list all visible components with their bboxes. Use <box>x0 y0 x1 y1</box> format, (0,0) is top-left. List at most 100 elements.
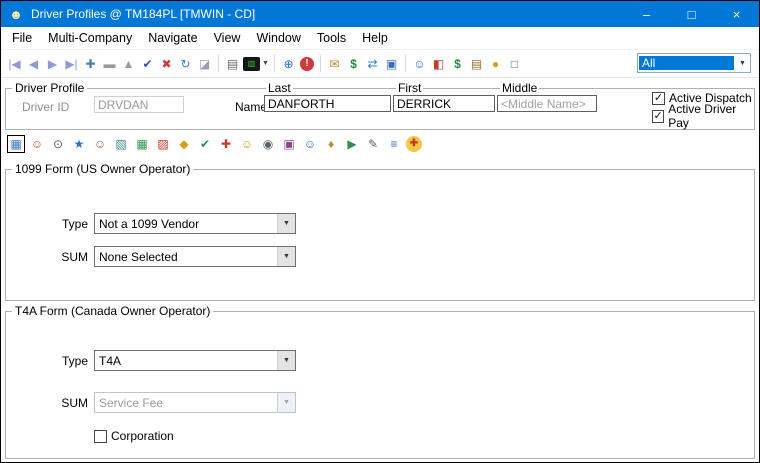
titlebar: ☻ Driver Profiles @ TM184PL [TMWIN - CD]… <box>1 1 759 27</box>
chevron-down-icon: ▼ <box>277 393 295 412</box>
tab-license-icon[interactable]: ★ <box>70 135 88 153</box>
first-record-icon[interactable]: |◀ <box>5 54 24 73</box>
filter-combo[interactable]: All ▼ <box>637 53 751 73</box>
undo-record-icon[interactable]: ▲ <box>119 54 138 73</box>
tab-driver-info-icon[interactable]: ☺ <box>28 135 46 153</box>
chevron-down-icon[interactable]: ▼ <box>277 351 295 370</box>
driver-id-field <box>94 96 184 113</box>
minimize-button[interactable]: – <box>624 1 669 27</box>
form-1099-sum-value: None Selected <box>95 250 277 264</box>
form-t4a-sum-value: Service Fee <box>95 396 277 410</box>
corporation-checkbox[interactable] <box>94 430 107 443</box>
tab-go-icon[interactable]: ▶ <box>343 135 361 153</box>
menubar: FileMulti-CompanyNavigateViewWindowTools… <box>1 27 759 50</box>
form-t4a-sum-label: SUM <box>42 396 88 410</box>
driver-profile-group-label: Driver Profile <box>12 81 87 95</box>
tab-personnel-icon[interactable]: ☺ <box>301 135 319 153</box>
tab-add-icon[interactable]: ✚ <box>406 136 422 152</box>
main-toolbar: |◀◀▶▶|✚▬▲✔✖↻◪▤▥▼⊕!✉$⇄▣☺◧$▤●□ All ▼ <box>1 50 759 78</box>
tab-key-icon[interactable]: ♦ <box>322 135 340 153</box>
last-column-header: Last <box>266 81 293 95</box>
delete-record-icon[interactable]: ▬ <box>100 54 119 73</box>
menu-help[interactable]: Help <box>354 29 396 47</box>
corporation-label: Corporation <box>111 429 174 443</box>
tab-checklist-icon[interactable]: ✔ <box>196 135 214 153</box>
menu-window[interactable]: Window <box>248 29 308 47</box>
cancel-icon[interactable]: ✖ <box>157 54 176 73</box>
tab-safety-icon[interactable]: ✚ <box>217 135 235 153</box>
maximize-button[interactable]: □ <box>669 1 714 27</box>
transfer-icon[interactable]: ⇄ <box>363 54 382 73</box>
tab-grid-icon[interactable]: ▦ <box>133 135 151 153</box>
tab-toolbar: ▦☺⊙★☺▧▦▨◆✔✚☺◉▣☺♦▶✎≡✚ <box>1 130 759 155</box>
first-name-field[interactable] <box>393 95 495 112</box>
form-1099-sum-combo[interactable]: None Selected ▼ <box>94 246 296 267</box>
previous-record-icon[interactable]: ◀ <box>24 54 43 73</box>
mail-icon[interactable]: ✉ <box>325 54 344 73</box>
tab-person-note-icon[interactable]: ☺ <box>91 135 109 153</box>
ledger-icon[interactable]: ▤ <box>467 54 486 73</box>
tab-search-icon[interactable]: ⊙ <box>49 135 67 153</box>
tab-stack-icon[interactable]: ▨ <box>154 135 172 153</box>
close-button[interactable]: × <box>714 1 759 27</box>
corporation-row: Corporation <box>94 428 174 444</box>
menu-multi-company[interactable]: Multi-Company <box>40 29 140 47</box>
form-t4a-type-label: Type <box>42 354 88 368</box>
print-icon[interactable]: ▤ <box>223 54 242 73</box>
tab-eye-icon[interactable]: ◉ <box>259 135 277 153</box>
form-1099-type-value: Not a 1099 Vendor <box>95 217 277 231</box>
tab-list-icon[interactable]: ≡ <box>385 135 403 153</box>
chevron-down-icon[interactable]: ▼ <box>277 214 295 233</box>
money-icon[interactable]: $ <box>448 54 467 73</box>
next-record-icon[interactable]: ▶ <box>43 54 62 73</box>
coins-icon[interactable]: ● <box>486 54 505 73</box>
tab-team-icon[interactable]: ☺ <box>238 135 256 153</box>
form-t4a-type-combo[interactable]: T4A ▼ <box>94 350 296 371</box>
window-controls: – □ × <box>624 1 759 27</box>
active-driver-pay-checkbox[interactable]: ✓ <box>652 110 664 123</box>
driver-id-label: Driver ID <box>22 100 69 114</box>
screens-icon[interactable]: ▣ <box>382 54 401 73</box>
middle-name-field[interactable] <box>497 95 597 112</box>
add-record-icon[interactable]: ✚ <box>81 54 100 73</box>
active-driver-pay-row: ✓ Active Driver Pay <box>652 108 754 124</box>
form-1099-type-label: Type <box>42 217 88 231</box>
terminal-dropdown-icon[interactable]: ▼ <box>261 54 270 73</box>
menu-view[interactable]: View <box>206 29 249 47</box>
last-record-icon[interactable]: ▶| <box>62 54 81 73</box>
toolbar-separator <box>320 55 321 72</box>
form-t4a-sum-combo: Service Fee ▼ <box>94 392 296 413</box>
menu-tools[interactable]: Tools <box>309 29 354 47</box>
save-icon[interactable]: ✔ <box>138 54 157 73</box>
last-name-field[interactable] <box>264 95 391 112</box>
alert-icon[interactable]: ! <box>300 57 314 71</box>
active-dispatch-checkbox[interactable]: ✓ <box>652 92 665 105</box>
tab-chart-icon[interactable]: ▧ <box>112 135 130 153</box>
truck-icon[interactable]: ◧ <box>429 54 448 73</box>
chevron-down-icon[interactable]: ▼ <box>277 247 295 266</box>
tab-1099-t4a-icon[interactable]: ▦ <box>7 135 25 153</box>
terminal-icon[interactable]: ▥ <box>243 57 260 71</box>
tab-training-icon[interactable]: ▣ <box>280 135 298 153</box>
menu-navigate[interactable]: Navigate <box>140 29 205 47</box>
active-driver-pay-label: Active Driver Pay <box>668 102 754 130</box>
form-t4a-group: T4A Form (Canada Owner Operator) Type T4… <box>5 311 755 459</box>
driver-icon[interactable]: ☺ <box>410 54 429 73</box>
monitor-icon[interactable]: □ <box>505 54 524 73</box>
toolbar-icons: |◀◀▶▶|✚▬▲✔✖↻◪▤▥▼⊕!✉$⇄▣☺◧$▤●□ <box>5 54 524 73</box>
tab-notes-icon[interactable]: ✎ <box>364 135 382 153</box>
toolbar-separator <box>218 55 219 72</box>
form-t4a-type-value: T4A <box>95 354 277 368</box>
menu-file[interactable]: File <box>4 29 40 47</box>
form-1099-sum-label: SUM <box>42 250 88 264</box>
tab-awards-icon[interactable]: ◆ <box>175 135 193 153</box>
filter-combo-value: All <box>639 56 734 70</box>
clear-icon[interactable]: ◪ <box>195 54 214 73</box>
window-title: Driver Profiles @ TM184PL [TMWIN - CD] <box>31 7 255 21</box>
name-label: Name <box>235 100 267 114</box>
web-icon[interactable]: ⊕ <box>279 54 298 73</box>
chevron-down-icon[interactable]: ▼ <box>735 60 750 67</box>
form-1099-type-combo[interactable]: Not a 1099 Vendor ▼ <box>94 213 296 234</box>
refresh-icon[interactable]: ↻ <box>176 54 195 73</box>
funds-icon[interactable]: $ <box>344 54 363 73</box>
